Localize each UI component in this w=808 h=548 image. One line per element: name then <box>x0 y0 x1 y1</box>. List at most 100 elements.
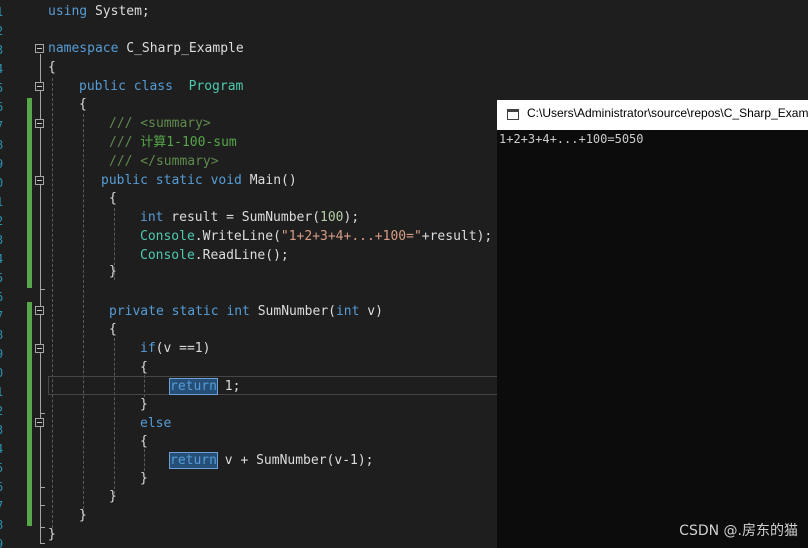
collapse-toggle-icon[interactable] <box>35 119 44 128</box>
code-text: C_Sharp_Example <box>118 41 244 56</box>
line-number: 7 <box>0 307 4 325</box>
code-text: .ReadLine(); <box>194 248 289 263</box>
code-line[interactable]: } <box>140 469 148 488</box>
code-line[interactable]: public class Program <box>79 77 243 96</box>
code-line[interactable]: { <box>140 432 148 451</box>
doc-comment-slashes: /// <box>109 116 133 131</box>
line-number: 6 <box>0 288 4 306</box>
code-line[interactable]: } <box>79 506 87 525</box>
outline-line-end <box>40 413 45 414</box>
code-line[interactable]: { <box>109 320 117 339</box>
code-line[interactable]: { <box>109 189 117 208</box>
line-number: 5 <box>0 269 4 287</box>
keyword: private static int <box>109 304 250 319</box>
code-line[interactable]: private static int SumNumber(int v) <box>109 302 383 321</box>
line-number: 1 <box>0 3 4 21</box>
keyword: namespace <box>48 41 119 56</box>
code-text: 1; <box>216 379 241 394</box>
indent-guide <box>144 449 145 471</box>
code-text: (v ==1) <box>155 341 211 356</box>
class-name: Console <box>140 229 195 244</box>
highlighted-keyword: return <box>169 378 218 395</box>
keyword: public class <box>79 79 173 94</box>
method-name: SumNumber( <box>249 304 336 319</box>
code-text: System; <box>87 4 150 19</box>
line-number: 6 <box>0 478 4 496</box>
code-text: v + SumNumber(v-1); <box>216 453 374 468</box>
code-line[interactable]: return 1; <box>169 377 241 396</box>
collapse-toggle-icon[interactable] <box>35 82 44 91</box>
string-literal: "1+2+3+4+...+100=" <box>280 229 422 244</box>
collapse-toggle-icon[interactable] <box>35 176 44 185</box>
line-number: 2 <box>0 212 4 230</box>
code-text: +result); <box>421 229 493 244</box>
keyword: using <box>48 4 88 19</box>
line-number: 7 <box>0 117 4 135</box>
keyword: int <box>140 210 164 225</box>
console-output: 1+2+3+4+...+100=5050 <box>499 132 644 146</box>
indent-guide <box>52 78 53 528</box>
current-line-highlight <box>48 376 498 395</box>
line-number: 3 <box>0 231 4 249</box>
keyword: int <box>335 304 360 319</box>
code-line[interactable]: using System; <box>48 2 150 21</box>
line-number: 0 <box>0 364 4 382</box>
line-number: 4 <box>0 250 4 268</box>
method-name: Main() <box>241 173 297 188</box>
code-line[interactable]: /// </summary> <box>109 152 219 171</box>
highlighted-keyword: return <box>169 452 218 469</box>
code-line[interactable]: int result = SumNumber(100); <box>140 208 359 227</box>
line-number: 9 <box>0 155 4 173</box>
code-line[interactable]: /// 计算1-100-sum <box>109 133 237 152</box>
outline-line-end <box>40 487 45 488</box>
collapse-toggle-icon[interactable] <box>35 418 44 427</box>
line-number: 9 <box>0 345 4 363</box>
indent-guide <box>114 338 115 494</box>
console-app-icon <box>507 109 519 120</box>
doc-comment-tag: </summary> <box>132 154 219 169</box>
collapse-toggle-icon[interactable] <box>35 306 44 315</box>
code-line[interactable]: } <box>140 395 148 414</box>
line-number: 7 <box>0 497 4 515</box>
code-line[interactable]: public static void Main() <box>101 171 297 190</box>
line-number: 5 <box>0 459 4 477</box>
doc-comment-slashes: /// <box>109 135 133 150</box>
code-line[interactable]: } <box>109 262 117 281</box>
console-title-bar[interactable]: C:\Users\Administrator\source\repos\C_Sh… <box>497 100 808 130</box>
code-line[interactable]: else <box>140 414 171 433</box>
code-line[interactable]: } <box>48 525 56 544</box>
code-line[interactable]: { <box>79 95 87 114</box>
line-number: 4 <box>0 440 4 458</box>
code-line[interactable]: Console.ReadLine(); <box>140 246 289 265</box>
line-number: 4 <box>0 60 4 78</box>
code-line[interactable]: { <box>48 58 56 77</box>
code-text: ); <box>343 210 360 225</box>
line-number: 3 <box>0 41 4 59</box>
code-line[interactable]: if(v ==1) <box>140 339 210 358</box>
code-line[interactable]: { <box>140 358 148 377</box>
watermark: CSDN @.房东的猫 <box>679 523 798 539</box>
indent-guide <box>83 114 84 514</box>
code-line[interactable]: Console.WriteLine("1+2+3+4+...+100="+res… <box>140 227 492 246</box>
code-line[interactable]: namespace C_Sharp_Example <box>48 39 244 58</box>
line-number: 2 <box>0 22 4 40</box>
collapse-toggle-icon[interactable] <box>35 344 44 353</box>
change-indicator-bar <box>27 98 32 288</box>
code-line[interactable]: /// <summary> <box>109 114 211 133</box>
code-line[interactable]: } <box>109 487 117 506</box>
collapse-toggle-icon[interactable] <box>35 44 44 53</box>
console-window[interactable]: C:\Users\Administrator\source\repos\C_Sh… <box>497 100 808 548</box>
console-title: C:\Users\Administrator\source\repos\C_Sh… <box>527 106 808 120</box>
line-number: 9 <box>0 535 4 548</box>
line-number: 6 <box>0 98 4 116</box>
line-number: 1 <box>0 383 4 401</box>
code-text: .WriteLine( <box>194 229 281 244</box>
class-name: Console <box>140 248 195 263</box>
code-text: v) <box>359 304 383 319</box>
outline-line-end <box>40 543 45 544</box>
line-number: 8 <box>0 326 4 344</box>
keyword: else <box>140 416 172 431</box>
line-number: 0 <box>0 174 4 192</box>
code-line[interactable]: return v + SumNumber(v-1); <box>169 451 374 470</box>
doc-comment-text: 计算1-100-sum <box>132 135 237 150</box>
